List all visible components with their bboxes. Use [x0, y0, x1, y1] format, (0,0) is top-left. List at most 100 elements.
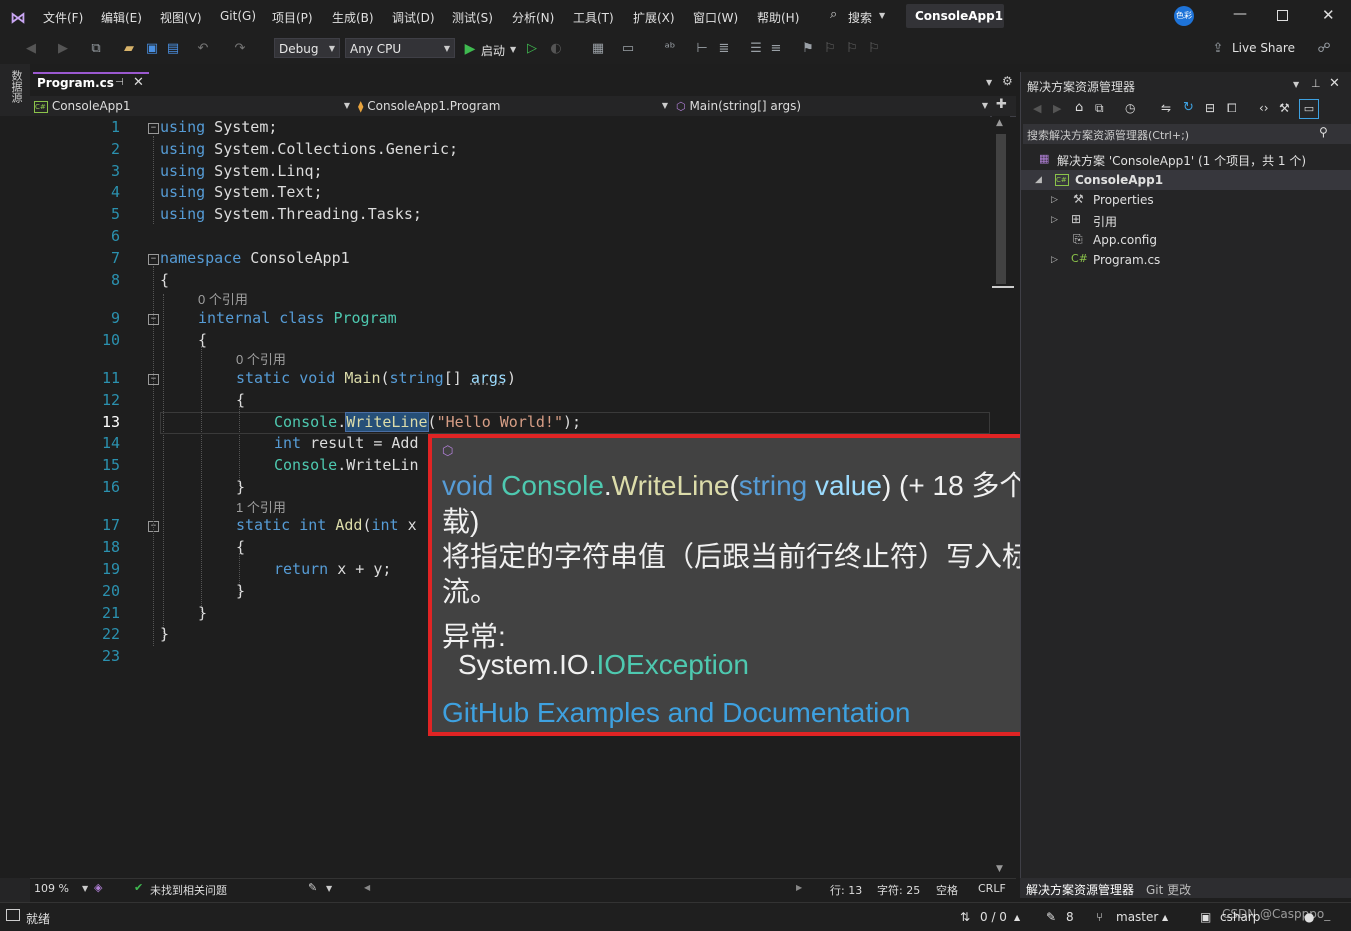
settings-icon[interactable]: ⚙ — [1002, 74, 1013, 88]
data-sources-tab[interactable]: 数据源 — [8, 70, 24, 103]
menu-analyze[interactable]: 分析(N) — [512, 9, 554, 26]
close-icon[interactable]: ✕ — [133, 75, 144, 90]
back-icon[interactable]: ◀ — [23, 41, 39, 57]
zoom-level[interactable]: 109 % — [34, 882, 69, 895]
home-icon[interactable]: ⌂ — [1075, 100, 1083, 115]
eol-indicator[interactable]: CRLF — [978, 882, 1006, 895]
repo-icon[interactable]: ▣ — [1200, 910, 1211, 924]
switch-views-icon[interactable]: ⧉ — [1095, 101, 1104, 116]
avatar[interactable]: 色彩 — [1174, 6, 1194, 26]
save-icon[interactable]: ▣ — [144, 41, 160, 57]
configuration-select[interactable]: Debug ▼ — [274, 38, 340, 58]
scroll-down-icon[interactable]: ▼ — [996, 864, 1003, 874]
history-icon[interactable]: ◷ — [1125, 101, 1135, 115]
branch-icon[interactable]: ⑂ — [1096, 910, 1103, 924]
minimize-icon[interactable]: — — [1233, 6, 1247, 22]
play-icon[interactable]: ▶ — [462, 41, 478, 57]
menu-debug[interactable]: 调试(D) — [392, 9, 435, 26]
bookmark-next-icon[interactable]: ⚐ — [844, 41, 860, 57]
se-search-input[interactable]: 搜索解决方案资源管理器(Ctrl+;) — [1027, 127, 1189, 143]
expand-icon[interactable]: ◢ — [1035, 175, 1042, 185]
solution-icon[interactable]: ▦ — [590, 41, 606, 57]
pencil-icon[interactable]: ✎ — [1046, 910, 1056, 924]
undo-icon[interactable]: ↶ — [195, 41, 211, 57]
expand-icon[interactable]: ▷ — [1051, 195, 1058, 205]
menu-build[interactable]: 生成(B) — [332, 9, 374, 26]
se-search-box[interactable]: 搜索解决方案资源管理器(Ctrl+;) ⚲ — [1023, 124, 1351, 144]
split-icon[interactable]: ✚ — [996, 97, 1007, 112]
step-icon[interactable]: ⊢ — [694, 41, 710, 57]
close-icon[interactable]: ✕ — [1322, 6, 1335, 24]
chevron-down-icon[interactable]: ▼ — [326, 884, 332, 893]
tab-solution-explorer[interactable]: 解决方案资源管理器 — [1026, 881, 1134, 898]
hot-reload-icon[interactable]: ◐ — [548, 41, 564, 57]
scroll-up-icon[interactable]: ▲ — [996, 118, 1003, 128]
tab-overflow-icon[interactable]: ▼ — [986, 78, 992, 87]
tab-program-cs[interactable]: Program.cs ⊣ ✕ — [33, 72, 149, 94]
pin-icon[interactable]: ⊣ — [115, 77, 124, 88]
feedback-icon[interactable]: ☍ — [1316, 41, 1332, 57]
code-lens-references[interactable]: 0 个引用 — [198, 289, 248, 308]
member-nav-select[interactable]: ⬡ Main(string[] args) ▼ — [676, 97, 988, 115]
redo-icon[interactable]: ↷ — [232, 41, 248, 57]
scroll-thumb[interactable] — [996, 134, 1006, 284]
vs-logo-icon[interactable]: ⋈ — [10, 8, 32, 27]
line-indicator[interactable]: 行: 13 — [830, 882, 862, 898]
menu-git[interactable]: Git(G) — [220, 9, 256, 23]
tree-solution[interactable]: 解决方案 'ConsoleApp1' (1 个项目，共 1 个) — [1057, 152, 1306, 169]
forward-icon[interactable]: ▶ — [1053, 102, 1061, 115]
menu-test[interactable]: 测试(S) — [452, 9, 493, 26]
bookmark-icon[interactable]: ⚑ — [800, 41, 816, 57]
layout-icon[interactable]: ▭ — [620, 41, 636, 57]
tab-git-changes[interactable]: Git 更改 — [1146, 881, 1191, 898]
scroll-right-icon[interactable]: ▶ — [796, 883, 802, 892]
chevron-up-icon[interactable]: ▲ — [1014, 913, 1020, 922]
wrench-icon[interactable]: ⚒ — [1279, 101, 1290, 115]
start-button[interactable]: 启动 — [481, 42, 505, 59]
live-share-button[interactable]: Live Share — [1232, 41, 1295, 55]
sync-icon[interactable]: ⇋ — [1161, 101, 1171, 115]
expand-icon[interactable]: ▷ — [1051, 215, 1058, 225]
menu-view[interactable]: 视图(V) — [160, 9, 202, 26]
share-icon[interactable]: ⇪ — [1210, 41, 1226, 57]
start-without-debug-icon[interactable]: ▷ — [524, 41, 540, 57]
back-icon[interactable]: ◀ — [1033, 102, 1041, 115]
new-project-icon[interactable]: ⧉ — [88, 41, 104, 57]
code-lens-references[interactable]: 1 个引用 — [236, 497, 286, 516]
spell-icon[interactable]: ᵃᵇ — [662, 41, 678, 57]
menu-edit[interactable]: 编辑(E) — [101, 9, 142, 26]
tree-project-row[interactable]: ◢ C# ConsoleApp1 — [1021, 170, 1351, 190]
refresh-icon[interactable]: ↻ — [1183, 100, 1194, 115]
class-nav-select[interactable]: ⧫ ConsoleApp1.Program ▼ — [358, 97, 668, 115]
col-indicator[interactable]: 字符: 25 — [877, 882, 920, 898]
up-down-arrows-icon[interactable]: ⇅ — [960, 910, 970, 924]
save-all-icon[interactable]: ▤ — [165, 41, 181, 57]
issues-status[interactable]: 未找到相关问题 — [150, 882, 227, 898]
tree-item-app-config[interactable]: App.config — [1093, 233, 1157, 247]
chevron-down-icon[interactable]: ▼ — [82, 884, 88, 893]
indent-icon[interactable]: ≣ — [716, 41, 732, 57]
scroll-left-icon[interactable]: ◀ — [364, 883, 370, 892]
fold-toggle-icon[interactable]: − — [148, 123, 159, 134]
close-icon[interactable]: ✕ — [1329, 76, 1340, 91]
code-lens-references[interactable]: 0 个引用 — [236, 349, 286, 368]
chevron-up-icon[interactable]: ▲ — [1162, 913, 1168, 922]
menu-tools[interactable]: 工具(T) — [573, 9, 614, 26]
maximize-icon[interactable] — [1277, 10, 1288, 21]
menu-project[interactable]: 项目(P) — [272, 9, 313, 26]
search-icon[interactable]: ⚲ — [1319, 125, 1328, 139]
brush-icon[interactable]: ✎ — [308, 881, 317, 894]
menu-window[interactable]: 窗口(W) — [693, 9, 738, 26]
notification-icon[interactable]: ● — [1304, 910, 1314, 924]
copilot-icon[interactable]: ◈ — [94, 881, 102, 894]
output-icon[interactable] — [6, 909, 20, 921]
copy-icon[interactable]: ⧠ — [1227, 101, 1237, 116]
search-icon[interactable]: ⌕ — [830, 7, 837, 22]
uncomment-icon[interactable]: ≡ — [768, 41, 784, 57]
comment-icon[interactable]: ☰ — [748, 41, 764, 57]
chevron-down-icon[interactable]: ▼ — [1293, 80, 1299, 89]
platform-select[interactable]: Any CPU ▼ — [345, 38, 455, 58]
expand-icon[interactable]: ▷ — [1051, 255, 1058, 265]
project-nav-select[interactable]: C# ConsoleApp1 ▼ — [34, 97, 350, 115]
tree-item-references[interactable]: 引用 — [1093, 213, 1117, 230]
